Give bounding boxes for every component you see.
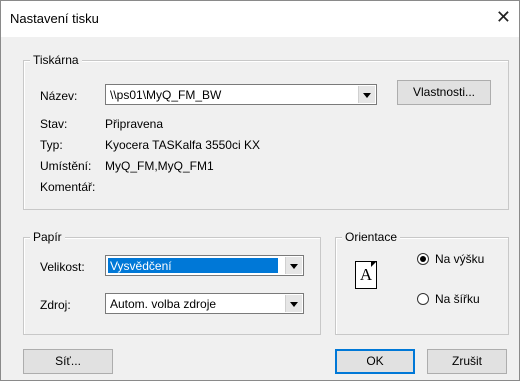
- print-settings-dialog: Nastavení tisku ✕ Tiskárna Název: \\ps01…: [0, 0, 520, 381]
- type-label: Typ:: [40, 138, 63, 152]
- chevron-down-icon[interactable]: [285, 295, 302, 312]
- landscape-radio[interactable]: [417, 293, 429, 305]
- type-value: Kyocera TASKalfa 3550ci KX: [105, 138, 260, 152]
- paper-source-label: Zdroj:: [40, 298, 71, 312]
- paper-group-legend: Papír: [30, 230, 65, 244]
- ok-button[interactable]: OK: [335, 349, 415, 374]
- properties-button[interactable]: Vlastnosti...: [397, 80, 491, 105]
- printer-name-select[interactable]: \\ps01\MyQ_FM_BW: [105, 84, 377, 105]
- paper-group: Papír: [23, 230, 321, 335]
- dialog-title: Nastavení tisku: [10, 11, 99, 26]
- comment-label: Komentář:: [40, 180, 96, 194]
- printer-group-legend: Tiskárna: [30, 53, 82, 67]
- paper-source-value: Autom. volba zdroje: [110, 297, 217, 311]
- landscape-label[interactable]: Na šířku: [435, 292, 480, 306]
- paper-size-label: Velikost:: [40, 260, 85, 274]
- printer-name-value: \\ps01\MyQ_FM_BW: [110, 88, 222, 102]
- printer-name-label: Název:: [40, 89, 78, 103]
- location-value: MyQ_FM,MyQ_FM1: [105, 159, 214, 173]
- chevron-down-icon[interactable]: [285, 257, 302, 274]
- portrait-label[interactable]: Na výšku: [435, 252, 484, 266]
- portrait-radio[interactable]: [417, 253, 429, 265]
- paper-size-select[interactable]: Vysvědčení: [105, 255, 304, 276]
- chevron-down-icon[interactable]: [358, 86, 375, 103]
- paper-source-select[interactable]: Autom. volba zdroje: [105, 293, 304, 314]
- title-bar: Nastavení tisku ✕: [1, 1, 519, 37]
- status-label: Stav:: [40, 117, 68, 131]
- portrait-page-icon: A: [355, 261, 377, 289]
- location-label: Umístění:: [40, 159, 92, 173]
- orientation-group-legend: Orientace: [342, 230, 401, 244]
- status-value: Připravena: [105, 117, 164, 131]
- network-button[interactable]: Síť...: [23, 349, 113, 374]
- close-icon[interactable]: ✕: [496, 8, 511, 26]
- paper-size-value: Vysvědčení: [110, 259, 172, 273]
- cancel-button[interactable]: Zrušit: [427, 349, 507, 374]
